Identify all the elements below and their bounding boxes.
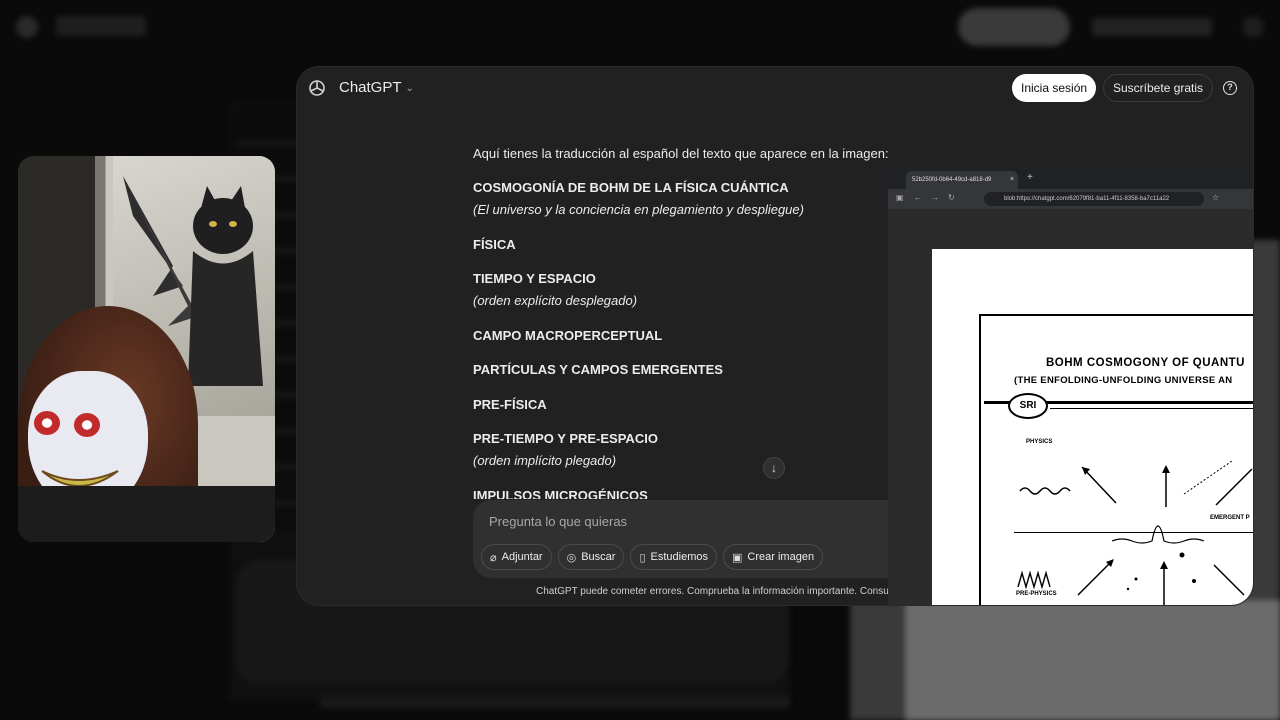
url-field[interactable]: blob:https://chatgpt.com/62079f81-ba11-4…: [984, 192, 1204, 206]
prompt-input[interactable]: Pregunta lo que quieras: [489, 514, 627, 529]
new-tab-icon[interactable]: +: [1027, 172, 1033, 183]
top-bar: ChatGPT ⌄ Inicia sesión Suscríbete grati…: [297, 67, 1253, 109]
scroll-down-button[interactable]: ↓: [763, 457, 785, 479]
globe-icon: ◎: [566, 551, 577, 564]
forward-icon[interactable]: →: [931, 193, 939, 202]
openai-logo-icon[interactable]: [308, 79, 326, 97]
model-name: ChatGPT: [339, 79, 402, 96]
browser-address-bar: ▣ ← → ↻ blob:https://chatgpt.com/62079f8…: [888, 189, 1253, 209]
message-line: PARTÍCULAS Y CAMPOS EMERGENTES: [473, 362, 723, 377]
browser-tab-title: 52b250fd-0b64-49cd-a818-d9: [912, 177, 992, 183]
message-line: (El universo y la conciencia en plegamie…: [473, 202, 804, 217]
message-line: FÍSICA: [473, 237, 516, 252]
webcam-overlay: [18, 156, 275, 542]
message-intro: Aquí tienes la traducción al español del…: [473, 146, 889, 161]
book-icon: ▯: [639, 551, 646, 564]
close-icon[interactable]: ×: [1010, 171, 1014, 189]
create-image-button[interactable]: ▣ Crear imagen: [723, 544, 824, 570]
message-line: (orden explícito desplegado): [473, 293, 638, 308]
sidebar-icon[interactable]: ▣: [896, 193, 904, 202]
chevron-down-icon: ⌄: [405, 83, 414, 94]
study-button[interactable]: ▯ Estudiemos: [630, 544, 718, 570]
back-icon[interactable]: ←: [914, 193, 922, 202]
create-image-label: Crear imagen: [747, 551, 815, 563]
reload-icon[interactable]: ↻: [948, 193, 955, 202]
browser-tab-bar: 52b250fd-0b64-49cd-a818-d9 × +: [888, 167, 1253, 189]
pdf-viewer: BOHM COSMOGONY OF QUANTU (THE ENFOLDING-…: [888, 209, 1253, 605]
attach-button[interactable]: ⌀ Adjuntar: [481, 544, 552, 570]
message-line: PRE-TIEMPO Y PRE-ESPACIO: [473, 431, 658, 446]
composer: Pregunta lo que quieras ⌀ Adjuntar ◎ Bus…: [473, 500, 913, 578]
image-icon: ▣: [732, 551, 743, 564]
attach-label: Adjuntar: [501, 551, 543, 563]
document-page: BOHM COSMOGONY OF QUANTU (THE ENFOLDING-…: [932, 249, 1253, 605]
help-icon[interactable]: ?: [1223, 81, 1237, 95]
message-line: IMPULSOS MICROGÉNICOS: [473, 488, 648, 499]
message-line: (orden implícito plegado): [473, 453, 617, 468]
browser-panel: 52b250fd-0b64-49cd-a818-d9 × + ▣ ← → ↻ b…: [888, 167, 1253, 605]
message-line: PRE-FÍSICA: [473, 397, 547, 412]
composer-tools: ⌀ Adjuntar ◎ Buscar ▯ Estudiemos ▣ Crear…: [481, 544, 824, 570]
browser-tab[interactable]: 52b250fd-0b64-49cd-a818-d9 ×: [906, 171, 1018, 189]
search-button[interactable]: ◎ Buscar: [557, 544, 625, 570]
message-line: COSMOGONÍA DE BOHM DE LA FÍSICA CUÁNTICA: [473, 180, 789, 195]
star-icon[interactable]: ☆: [1212, 193, 1219, 202]
model-selector[interactable]: ChatGPT ⌄: [339, 79, 414, 96]
study-label: Estudiemos: [650, 551, 709, 563]
diagram-drawing: [1017, 460, 1253, 605]
disclaimer-text: ChatGPT puede cometer errores. Comprueba…: [536, 586, 888, 597]
login-button[interactable]: Inicia sesión: [1012, 74, 1097, 102]
arrow-down-icon: ↓: [771, 461, 777, 475]
message-line: CAMPO MACROPERCEPTUAL: [473, 328, 663, 343]
message-line: TIEMPO Y ESPACIO: [473, 271, 596, 286]
chatgpt-window: ChatGPT ⌄ Inicia sesión Suscríbete grati…: [297, 67, 1253, 605]
signup-button[interactable]: Suscríbete gratis: [1103, 74, 1214, 102]
assistant-message: Aquí tienes la traducción al español del…: [473, 139, 893, 499]
search-label: Buscar: [581, 551, 616, 563]
paperclip-icon: ⌀: [490, 551, 497, 564]
